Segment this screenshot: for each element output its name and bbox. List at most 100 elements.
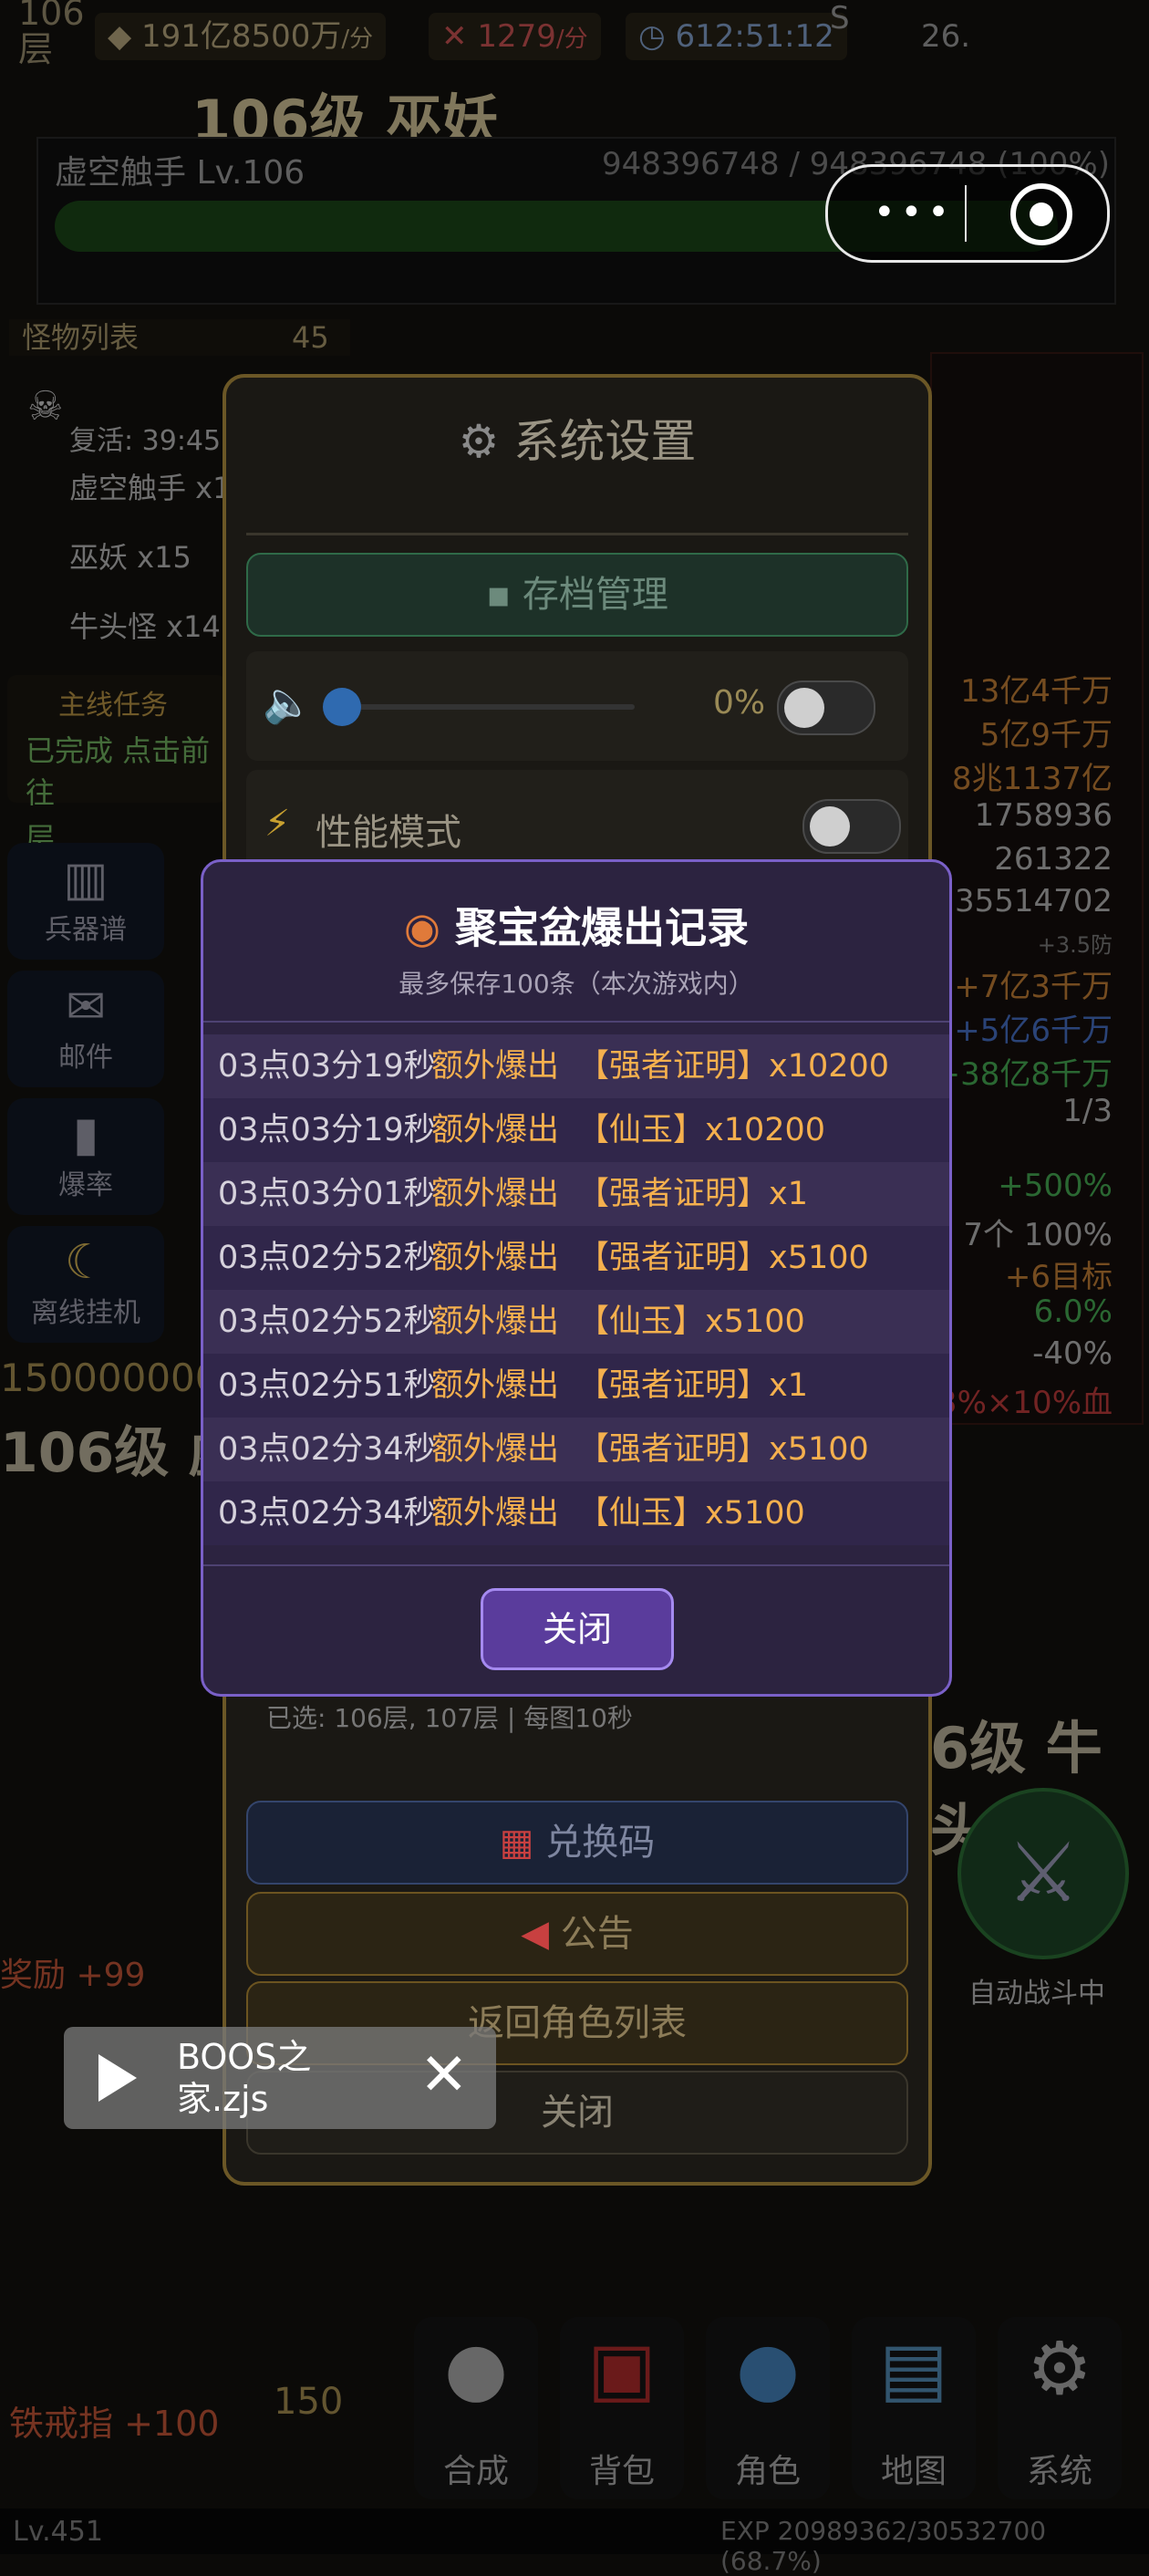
notice-button[interactable]: ◀ 公告 bbox=[246, 1892, 908, 1976]
settings-divider bbox=[246, 533, 908, 535]
main-quest-panel[interactable]: 主线任务 已完成 点击前往 层 bbox=[7, 675, 226, 856]
floating-video-window[interactable]: BOOS之家.zjs ✕ bbox=[64, 2027, 496, 2129]
stat-value: 1758936 bbox=[974, 797, 1113, 834]
clock-icon: ◷ bbox=[638, 18, 666, 55]
settings-close-label: 关闭 bbox=[541, 2092, 614, 2134]
stat-small: +3.5防 bbox=[1037, 932, 1113, 958]
record-item: 【强者证明】x1 bbox=[577, 1367, 808, 1404]
record-kind: 额外爆出 bbox=[431, 1495, 560, 1532]
record-kind: 额外爆出 bbox=[431, 1367, 560, 1404]
gear-icon: ⚙ bbox=[458, 415, 500, 468]
stat-value: 5亿9千万 bbox=[979, 717, 1113, 753]
save-management-button[interactable]: ▪ 存档管理 bbox=[246, 553, 908, 637]
person-icon: ● bbox=[736, 2326, 800, 2411]
top-right-value: 26. bbox=[921, 18, 971, 55]
volume-row: 🔈 0% bbox=[246, 651, 908, 761]
exit-target-icon[interactable] bbox=[1010, 183, 1072, 245]
capsule-divider bbox=[965, 185, 967, 242]
offline-idle-button[interactable]: ☾ 离线挂机 bbox=[7, 1226, 164, 1343]
buff-value: -40% bbox=[1032, 1335, 1113, 1372]
quest-label: 主线任务 bbox=[58, 690, 168, 722]
record-time: 03点03分01秒 bbox=[218, 1176, 436, 1212]
settings-title-text: 系统设置 bbox=[513, 415, 697, 468]
dialog-title: ◉ 聚宝盆爆出记录 bbox=[203, 895, 949, 955]
record-item: 【强者证明】x5100 bbox=[577, 1431, 869, 1468]
floor-indicator: 106 层 bbox=[18, 0, 85, 68]
miniprogram-capsule[interactable]: ••• bbox=[825, 164, 1110, 263]
lightning-icon: ⚡ bbox=[264, 803, 291, 845]
monster-list-header[interactable]: 怪物列表 45 bbox=[9, 319, 350, 356]
floppy-disk-icon: ▪ bbox=[486, 574, 512, 616]
bar-chart-icon: ▮ bbox=[72, 1107, 99, 1162]
record-item: 【强者证明】x5100 bbox=[577, 1240, 869, 1276]
save-management-label: 存档管理 bbox=[522, 574, 668, 616]
more-icon[interactable]: ••• bbox=[874, 192, 955, 234]
monster-list-label: 怪物列表 bbox=[22, 320, 140, 355]
floor-unit: 层 bbox=[18, 29, 54, 69]
play-icon[interactable] bbox=[98, 2054, 137, 2102]
record-kind: 额外爆出 bbox=[431, 1431, 560, 1468]
nav-label: 背包 bbox=[588, 2453, 655, 2490]
page-indicator: 1/3 bbox=[1062, 1093, 1113, 1129]
nav-label: 系统 bbox=[1026, 2453, 1092, 2490]
gain-value: +38亿8千万 bbox=[934, 1056, 1113, 1093]
nav-label: 角色 bbox=[734, 2453, 801, 2490]
record-row: 03点02分52秒 额外爆出 【仙玉】x5100 bbox=[203, 1290, 949, 1354]
mail-label: 邮件 bbox=[58, 1042, 113, 1074]
megaphone-icon: ◀ bbox=[521, 1913, 550, 1955]
nav-synthesize-button[interactable]: ● 合成 bbox=[414, 2317, 538, 2499]
redeem-code-button[interactable]: ▦ 兑换码 bbox=[246, 1801, 908, 1885]
dialog-divider bbox=[203, 1564, 949, 1566]
drop-rate-button[interactable]: ▮ 爆率 bbox=[7, 1098, 164, 1215]
crystal-ball-icon: ● bbox=[444, 2326, 508, 2411]
gold-total: 150000000 bbox=[0, 1356, 220, 1400]
nav-map-button[interactable]: ▤ 地图 bbox=[852, 2317, 976, 2499]
volume-slider[interactable] bbox=[334, 704, 635, 710]
gear-icon: ⚙ bbox=[1027, 2326, 1092, 2411]
offline-idle-label: 离线挂机 bbox=[31, 1297, 140, 1329]
record-kind: 额外爆出 bbox=[431, 1048, 560, 1085]
nav-system-button[interactable]: ⚙ 系统 bbox=[998, 2317, 1122, 2499]
volume-toggle[interactable] bbox=[777, 680, 875, 735]
auto-battle-button[interactable]: ⚔ bbox=[958, 1788, 1129, 1959]
mail-button[interactable]: ✉ 邮件 bbox=[7, 971, 164, 1087]
record-item: 【强者证明】x10200 bbox=[577, 1048, 890, 1085]
dialog-subtitle: 最多保存100条（本次游戏内） bbox=[399, 969, 754, 999]
record-kind: 额外爆出 bbox=[431, 1304, 560, 1340]
volume-value: 0% bbox=[713, 684, 766, 722]
back-to-character-list-label: 返回角色列表 bbox=[468, 2002, 687, 2044]
dialog-close-button[interactable]: 关闭 bbox=[481, 1588, 674, 1670]
record-row: 03点03分19秒 额外爆出 【仙玉】x10200 bbox=[203, 1098, 949, 1162]
exp-text: EXP 20989362/30532700 (68.7%) bbox=[720, 2516, 1047, 2576]
stat-value: 13亿4千万 bbox=[960, 673, 1113, 710]
nav-character-button[interactable]: ● 角色 bbox=[706, 2317, 830, 2499]
map-icon: ▤ bbox=[879, 2326, 948, 2411]
record-kind: 额外爆出 bbox=[431, 1112, 560, 1148]
gold-icon: ◆ bbox=[108, 18, 132, 55]
gain-value: +5亿6千万 bbox=[954, 1013, 1113, 1049]
gold-rate-value: 191亿8500万 bbox=[140, 18, 342, 55]
skull-icon: ☠ bbox=[27, 383, 64, 430]
record-time: 03点02分52秒 bbox=[218, 1304, 436, 1340]
nav-bag-button[interactable]: ▣ 背包 bbox=[560, 2317, 684, 2499]
close-icon[interactable]: ✕ bbox=[419, 2043, 469, 2107]
performance-mode-label: 性能模式 bbox=[316, 812, 461, 854]
buff-value: 7个 100% bbox=[963, 1217, 1113, 1253]
buff-value: +500% bbox=[998, 1168, 1113, 1204]
moon-icon: ☾ bbox=[64, 1235, 108, 1290]
player-level: Lv.451 bbox=[13, 2516, 103, 2548]
quest-text: 已完成 点击前往 bbox=[26, 733, 211, 810]
record-time: 03点02分34秒 bbox=[218, 1495, 436, 1532]
volume-slider-thumb[interactable] bbox=[323, 688, 361, 726]
auto-battle-label: 自动战斗中 bbox=[968, 1978, 1105, 2010]
gift-icon: ▦ bbox=[499, 1822, 534, 1864]
weapon-book-button[interactable]: ▥ 兵器谱 bbox=[7, 843, 164, 960]
drop-rate-label: 爆率 bbox=[58, 1169, 113, 1201]
record-row: 03点02分52秒 额外爆出 【强者证明】x5100 bbox=[203, 1226, 949, 1290]
stat-value: 261322 bbox=[994, 841, 1113, 878]
speaker-icon[interactable]: 🔈 bbox=[263, 679, 313, 726]
performance-mode-toggle[interactable] bbox=[802, 799, 901, 854]
record-row: 03点02分34秒 额外爆出 【仙玉】x5100 bbox=[203, 1481, 949, 1545]
buff-value: 6.0% bbox=[1033, 1293, 1113, 1330]
exp-bar: Lv.451 EXP 20989362/30532700 (68.7%) bbox=[0, 2508, 1149, 2576]
